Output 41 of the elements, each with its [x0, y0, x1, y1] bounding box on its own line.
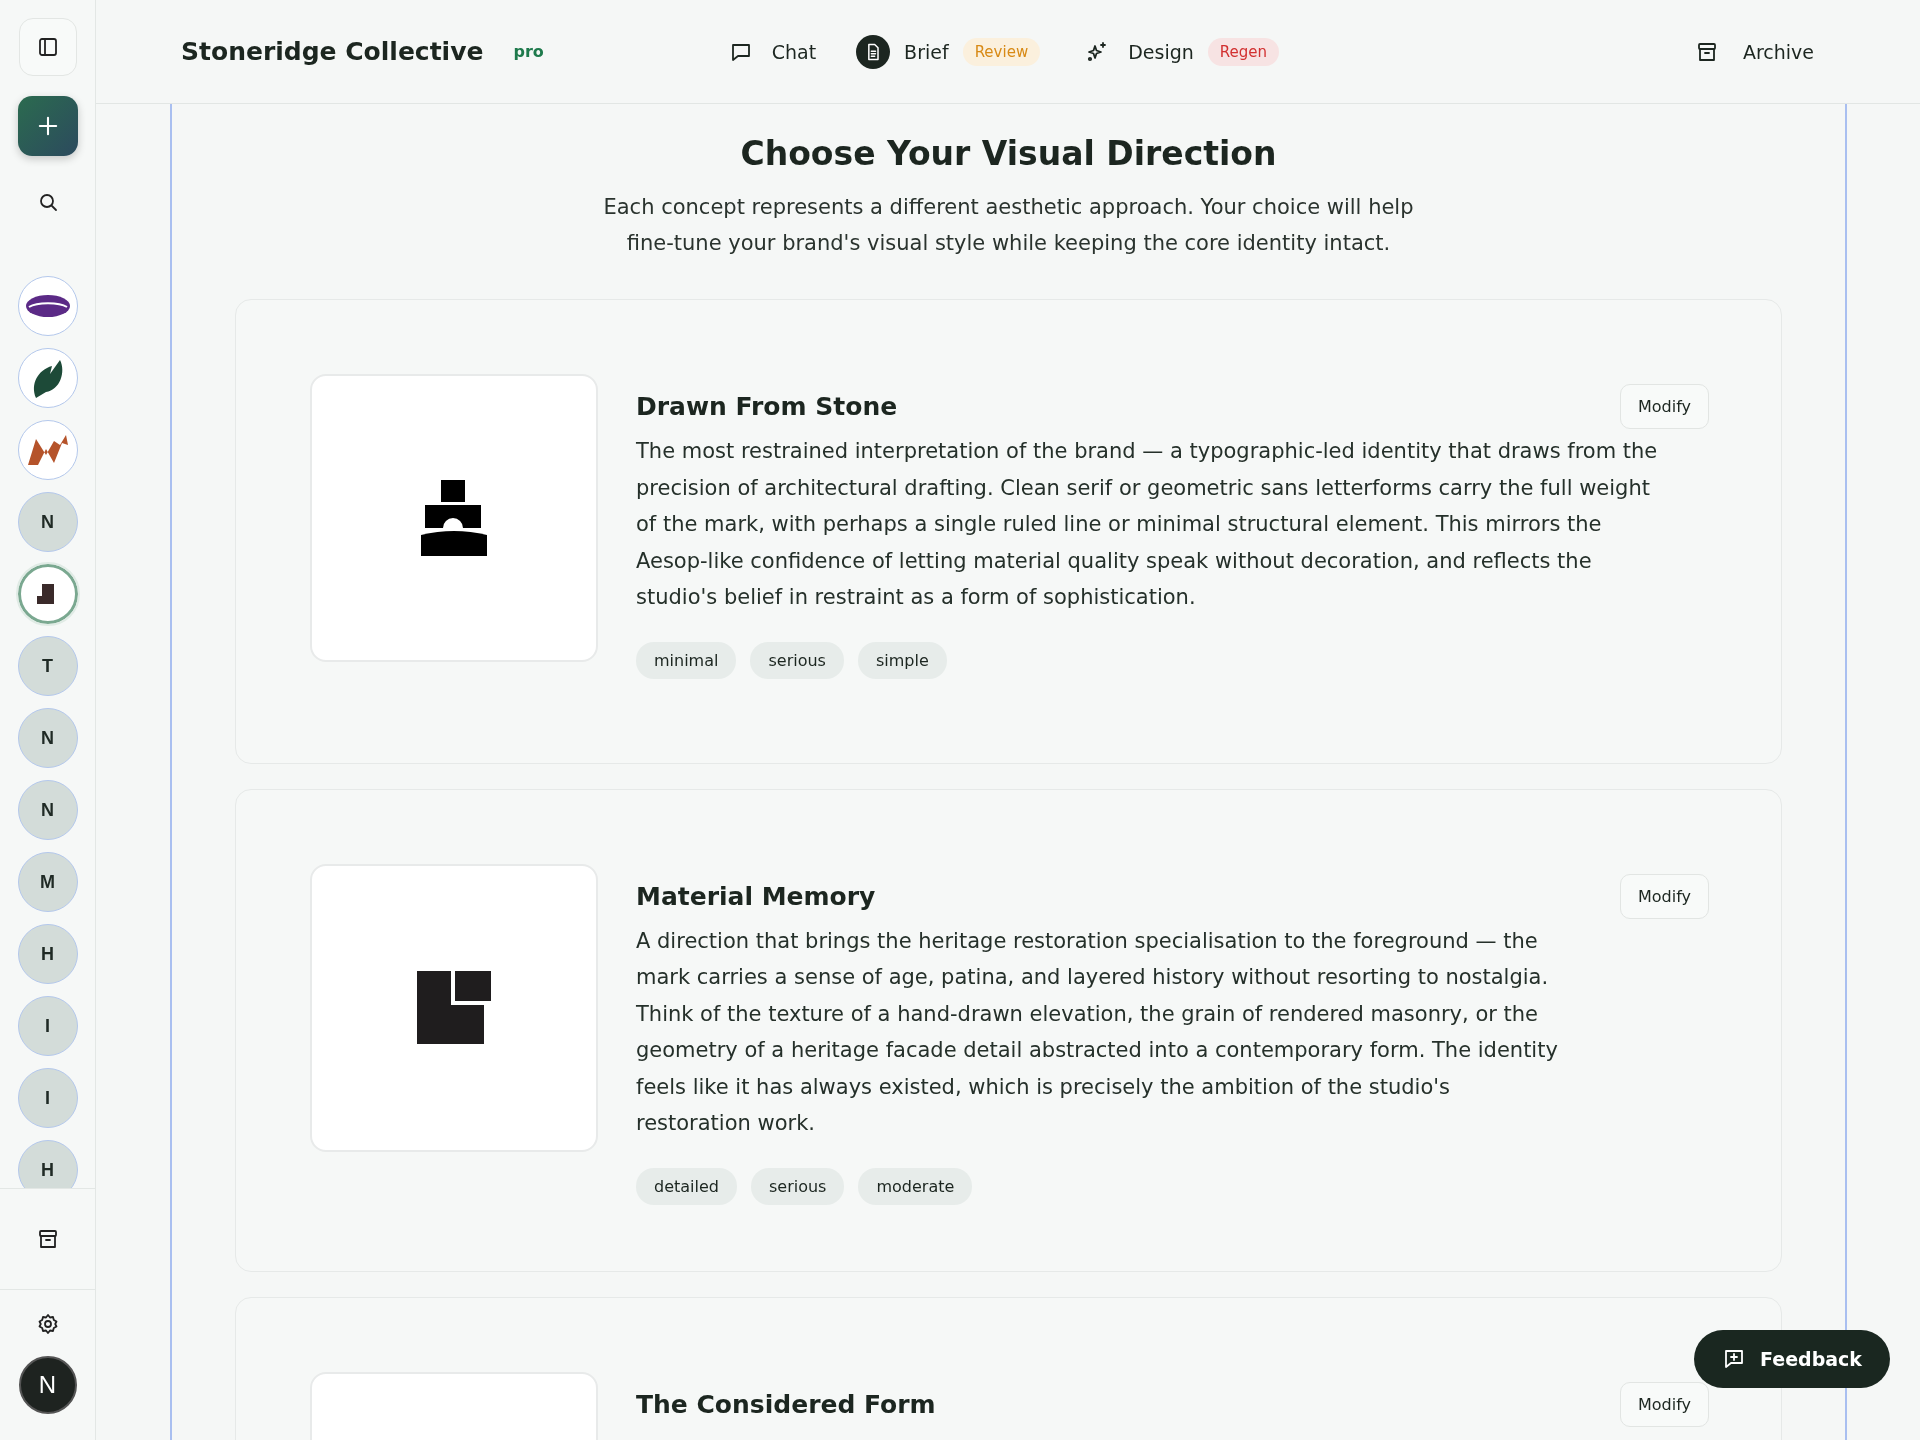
- brand-name: Stoneridge Collective: [181, 37, 484, 66]
- user-avatar[interactable]: N: [18, 1356, 77, 1414]
- feedback-button[interactable]: Feedback: [1694, 1330, 1890, 1388]
- sidebar-toggle-button[interactable]: [18, 18, 77, 76]
- logo-icon: [25, 433, 70, 467]
- style-tag: simple: [857, 641, 947, 679]
- project-avatar[interactable]: N: [17, 708, 78, 768]
- project-avatar[interactable]: H: [17, 1140, 78, 1188]
- project-avatar[interactable]: I: [17, 996, 78, 1056]
- project-avatar[interactable]: [17, 564, 78, 624]
- nav-tab[interactable]: Brief Review: [856, 34, 1041, 69]
- project-avatar[interactable]: H: [17, 924, 78, 984]
- project-avatar[interactable]: M: [17, 852, 78, 912]
- archive-button[interactable]: Archive: [1688, 38, 1820, 65]
- concept-description: A direction that brings the heritage restoration specialisation to the foreground — the mark carries a sense of age, patina, and layered history without resorting to nostalgia. Think of the texture of a hand-drawn elevation, the grain of rendered masonry, or the geometry of a heritage facade detail abstracted into a contemporary form. The identity feels like it has always existed, which is precisely the ambition of the studio's restoration work.: [636, 927, 1559, 1137]
- page-heading: Choose Your Visual Direction: [739, 134, 1278, 173]
- new-project-button[interactable]: [17, 96, 78, 156]
- modify-button[interactable]: Modify: [1620, 384, 1709, 429]
- arch-icon: [421, 480, 487, 556]
- style-tag: serious: [750, 1167, 845, 1205]
- nav-tab[interactable]: Design Regen: [1080, 34, 1279, 69]
- nav-tab[interactable]: Chat: [723, 34, 817, 69]
- project-avatar[interactable]: N: [17, 492, 78, 552]
- modify-button[interactable]: Modify: [1620, 1381, 1709, 1427]
- style-tag: minimal: [636, 641, 737, 679]
- concept-title: The Considered Form: [636, 1389, 936, 1419]
- style-tag: serious: [750, 641, 844, 679]
- modify-button[interactable]: Modify: [1620, 873, 1709, 919]
- project-avatar[interactable]: I: [17, 1068, 78, 1128]
- concept-description: The most restrained interpretation of the brand — a typographic-led identity that draws from the precision of architectural drafting. Clean serif or geometric sans letterforms carry the full weight of the mark, with perhaps a single ruled line or minimal structural element. This mirrors the Aesop-like confidence of letting material quality speak without decoration, and reflects the studio's belief in restraint as a form of sophistication.: [636, 438, 1659, 611]
- style-tag: detailed: [636, 1167, 737, 1205]
- concept-title: Material Memory: [636, 881, 876, 911]
- concept-title: Drawn From Stone: [636, 392, 898, 421]
- blocks-icon: [417, 970, 491, 1045]
- project-avatar[interactable]: T: [17, 636, 78, 696]
- status-badge: Regen: [1207, 37, 1279, 66]
- plan-label: pro: [513, 42, 544, 61]
- status-badge: Review: [962, 37, 1041, 66]
- intro-text: Each concept represents a different aesthetic approach. Your choice will help fine-tune your brand's visual style while keeping the core identity intact.: [602, 194, 1415, 257]
- project-avatar[interactable]: N: [17, 780, 78, 840]
- style-tag: moderate: [858, 1167, 973, 1205]
